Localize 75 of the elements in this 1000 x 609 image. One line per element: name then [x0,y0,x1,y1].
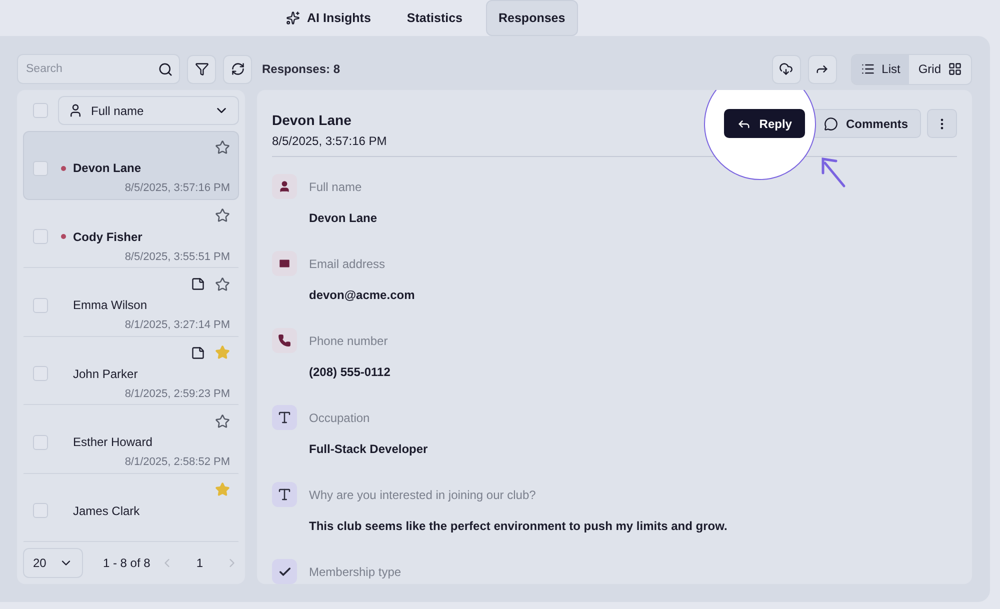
response-date: 8/5/2025, 3:57:16 PM [124,182,230,194]
response-row[interactable]: James Clark [23,474,239,542]
star-icon[interactable] [215,345,230,360]
response-row[interactable]: Esther Howard 8/1/2025, 2:58:52 PM [23,405,239,474]
checkbox[interactable] [33,229,48,244]
response-row[interactable]: Cody Fisher 8/5/2025, 3:55:51 PM [23,200,239,268]
response-date: 8/1/2025, 2:58:52 PM [124,456,230,468]
respondent-name: Devon Lane [272,112,352,128]
field-value: devon@acme.com [309,288,415,302]
respondent-name: Devon Lane [73,161,142,175]
sparkle-icon [286,11,300,25]
response-date: 8/5/2025, 3:57:16 PM [272,134,387,148]
respondent-name: Cody Fisher [73,230,142,244]
star-icon[interactable] [215,208,230,223]
respondent-name: Esther Howard [73,435,152,449]
field-label: Membership type [309,564,402,578]
search-icon [158,62,173,76]
share-button[interactable] [808,54,837,84]
response-date: 8/1/2025, 2:59:23 PM [124,388,230,400]
more-button[interactable] [927,109,957,138]
refresh-icon [230,62,244,76]
field-label: Full name [309,180,362,194]
response-count: Responses: 8 [262,62,340,76]
checkbox[interactable] [33,366,48,381]
checkbox[interactable] [33,160,48,176]
checkbox[interactable] [33,103,48,118]
response-date: 8/5/2025, 3:55:51 PM [124,250,230,262]
response-row[interactable]: John Parker 8/1/2025, 2:59:23 PM [23,336,239,405]
response-date: 8/1/2025, 3:27:14 PM [124,319,230,331]
reply-button[interactable]: Reply [724,109,805,138]
star-icon[interactable] [215,414,230,428]
response-row[interactable]: Devon Lane 8/5/2025, 3:57:16 PM [23,131,239,200]
respondent-name: James Clark [73,504,140,518]
phone-icon [278,334,291,347]
field-value: Full-Stack Developer [309,442,428,456]
filter-button[interactable] [187,54,216,84]
download-button[interactable] [772,54,801,84]
speech-bubble-icon [824,116,838,130]
person-icon [278,180,291,193]
refresh-button[interactable] [223,54,252,84]
field-label: Email address [309,256,386,270]
checkbox[interactable] [33,298,48,312]
tab[interactable]: AI Insights [273,0,384,36]
view-toggle[interactable]: List [852,54,910,84]
response-row[interactable]: Emma Wilson 8/1/2025, 3:27:14 PM [23,268,239,336]
field-value: (208) 555-0112 [309,365,390,379]
text-icon [277,410,292,425]
view-toggle[interactable]: Grid [909,54,971,84]
field-value: This club seems like the perfect environment to push my limits and grow. [309,519,728,533]
checkbox[interactable] [33,434,48,450]
text-icon [277,487,292,502]
star-icon[interactable] [215,276,230,292]
search-input[interactable]: Search [24,62,158,76]
field-label: Phone number [309,334,388,348]
page-number[interactable]: 1 [184,556,215,570]
star-icon[interactable] [215,482,230,497]
filter-icon [194,62,208,76]
page-size-dropdown[interactable]: 20 [23,548,83,578]
field-label: Occupation [309,410,370,424]
checkmark-icon [278,564,292,578]
grid-icon [948,62,962,76]
person-icon [68,103,83,118]
page-range: 1 - 8 of 8 [102,556,150,570]
checkbox[interactable] [33,503,48,518]
field-value: Devon Lane [309,211,378,225]
search-field[interactable]: Search [17,54,180,84]
field-label: Why are you interested in joining our club? [309,488,536,502]
star-icon[interactable] [215,140,230,154]
tab[interactable]: Responses [486,0,578,36]
respondent-name: John Parker [73,366,138,380]
sort-dropdown[interactable]: Full name [58,96,239,125]
tab[interactable]: Statistics [394,0,476,36]
respondent-name: Emma Wilson [73,298,148,312]
list-icon [860,62,875,76]
cloud-download-icon [779,62,794,76]
